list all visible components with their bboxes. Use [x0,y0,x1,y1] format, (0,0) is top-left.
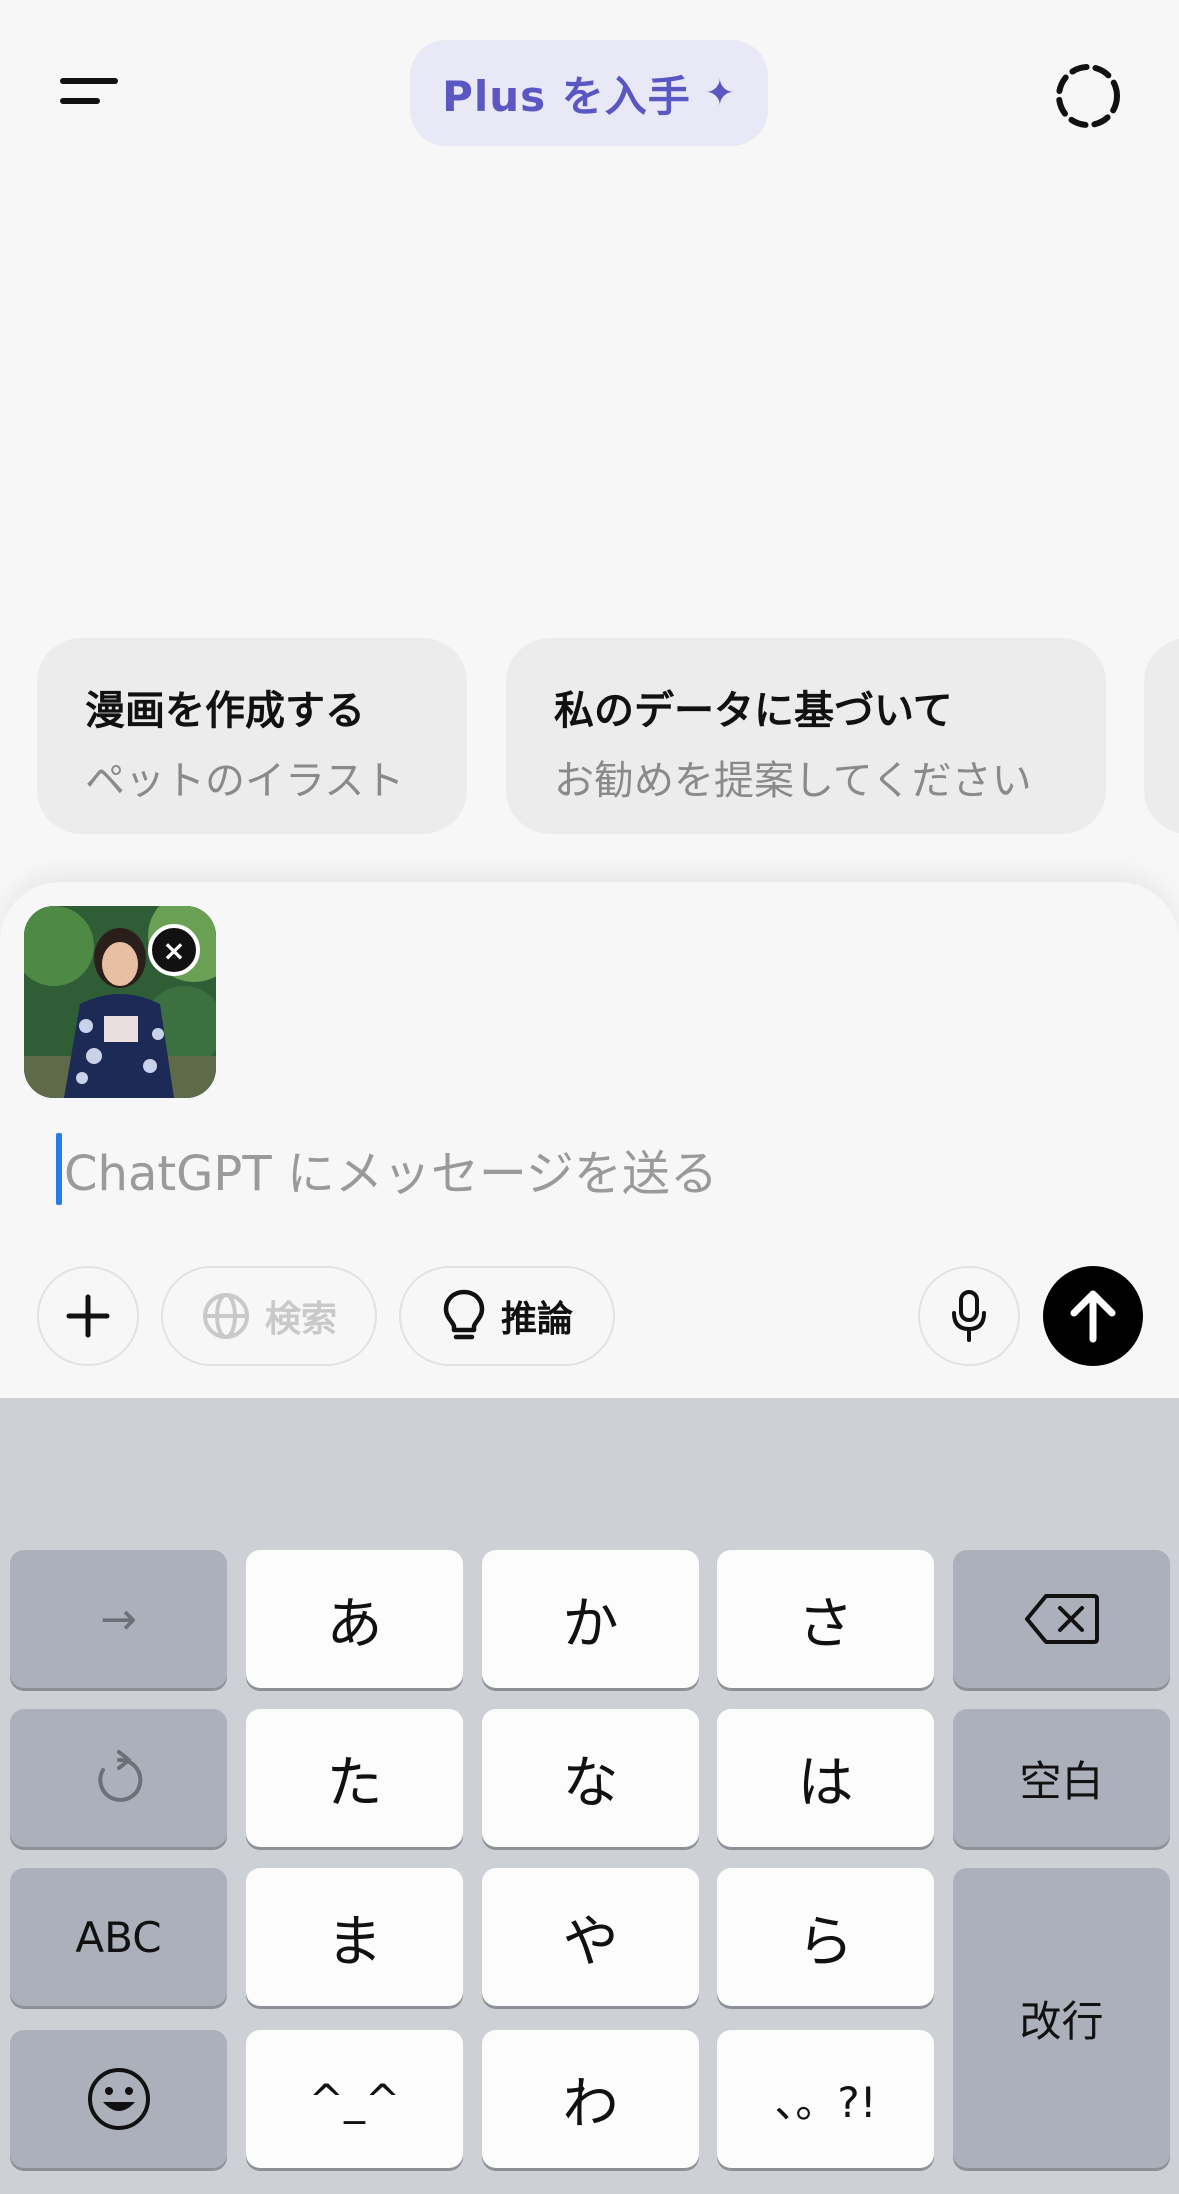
key-ma[interactable]: ま [246,1868,463,2006]
suggestion-title: 漫画を作成する [85,688,365,734]
key-label: た [326,1750,383,1816]
plus-icon [66,1294,110,1338]
key-wa[interactable]: わ [482,2030,699,2168]
key-label: 、。?! [774,2077,877,2127]
suggestion-title: 私のデータに基づいて [554,688,953,734]
suggestion-card-partial[interactable] [1144,638,1179,834]
get-plus-label: Plus を入手 [442,71,691,121]
japanese-kana-keyboard: → あ か さ た な は 空白 ABC ま や ら 改行 ^_^ わ 、。?! [0,1398,1179,2194]
suggestion-subtitle: ペットのイラスト [85,758,405,804]
key-label: ら [797,1909,854,1975]
key-label: な [562,1750,619,1816]
key-na[interactable]: な [482,1709,699,1847]
lightbulb-icon [443,1289,485,1340]
message-input[interactable]: ChatGPT にメッセージを送る [56,1130,1116,1208]
get-plus-button[interactable]: Plus を入手 ✦ [410,40,768,146]
arrow-up-icon [1070,1290,1116,1343]
message-composer: × ChatGPT にメッセージを送る 検索 推論 [0,882,1179,1398]
temporary-chat-icon[interactable] [1050,58,1126,134]
key-space[interactable]: 空白 [953,1709,1170,1847]
key-label: わ [562,2071,619,2137]
key-label: か [562,1591,619,1657]
key-emoji[interactable] [10,2030,227,2168]
key-ya[interactable]: や [482,1868,699,2006]
key-next-arrow[interactable]: → [10,1550,227,1688]
key-label: や [562,1909,619,1975]
undo-icon [97,1750,142,1802]
key-a[interactable]: あ [246,1550,463,1688]
key-sa[interactable]: さ [717,1550,934,1688]
search-button[interactable]: 検索 [161,1266,377,1366]
key-abc[interactable]: ABC [10,1868,227,2006]
text-caret [56,1133,62,1205]
globe-icon [202,1293,249,1339]
suggestion-card-manga[interactable]: 漫画を作成する ペットのイラスト [37,638,467,834]
remove-attachment-button[interactable]: × [148,924,200,976]
microphone-icon [952,1290,986,1342]
menu-icon-line [60,78,118,84]
key-return[interactable]: 改行 [953,1868,1170,2168]
reason-label: 推論 [500,1299,573,1340]
key-ra[interactable]: ら [717,1868,934,2006]
menu-icon-line [60,98,100,104]
sidebar-menu-button[interactable] [46,60,136,130]
sparkle-icon: ✦ [704,72,736,114]
key-undo[interactable] [10,1709,227,1847]
suggestion-subtitle: お勧めを提案してください [554,758,1032,804]
key-ka[interactable]: か [482,1550,699,1688]
voice-input-button[interactable] [918,1266,1020,1366]
key-delete[interactable] [953,1550,1170,1688]
search-label: 検索 [264,1299,337,1340]
key-label: あ [326,1591,383,1657]
key-label: ABC [75,1912,162,1962]
close-icon: × [162,933,186,967]
key-label: ^_^ [308,2074,401,2124]
key-label: さ [797,1591,854,1657]
chatgpt-home-screen: Plus を入手 ✦ 漫画を作成する ペットのイラスト 私のデータに基づいて お… [0,0,1179,2194]
delete-icon [1024,1594,1099,1644]
suggestion-card-recommend[interactable]: 私のデータに基づいて お勧めを提案してください [506,638,1106,834]
attach-button[interactable] [37,1266,139,1366]
send-button[interactable] [1043,1266,1143,1366]
key-label: 空白 [1019,1756,1104,1806]
message-placeholder: ChatGPT にメッセージを送る [64,1146,718,1202]
arrow-right-icon: → [100,1593,137,1645]
emoji-icon [87,2068,150,2130]
key-label: は [797,1750,854,1816]
key-ta[interactable]: た [246,1709,463,1847]
key-kaomoji[interactable]: ^_^ [246,2030,463,2168]
key-punctuation[interactable]: 、。?! [717,2030,934,2168]
key-ha[interactable]: は [717,1709,934,1847]
reason-button[interactable]: 推論 [399,1266,615,1366]
key-label: 改行 [1019,1996,1104,2046]
key-label: ま [326,1909,383,1975]
